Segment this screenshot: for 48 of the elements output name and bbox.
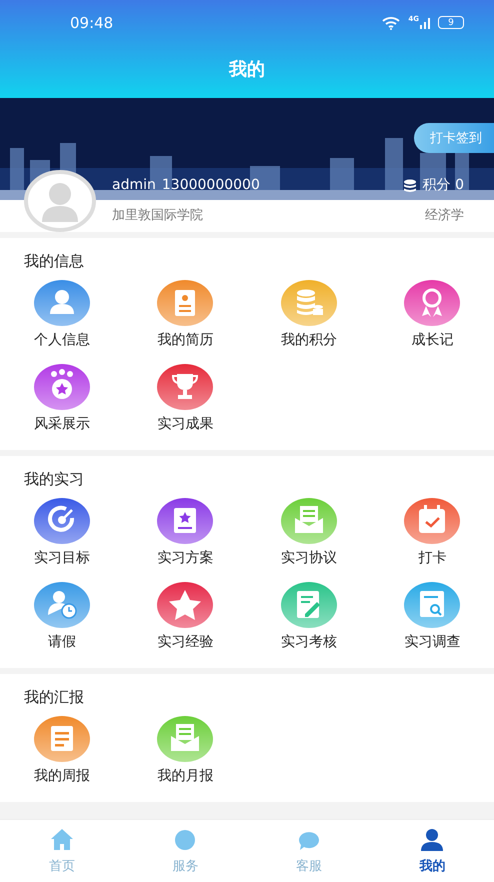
resume-icon[interactable] [156,280,214,326]
signal-icon [420,16,430,28]
phone-number: 13000000000 [162,177,260,193]
user-name: admin [112,177,156,193]
envelope-icon[interactable] [280,498,338,544]
menu-item-label[interactable]: 我的月报 [157,767,214,785]
home-icon [48,828,75,852]
menu-item-label[interactable]: 实习考核 [280,633,337,651]
clock: 09:48 [70,14,114,32]
menu-item-label[interactable]: 实习目标 [34,549,90,567]
menu-item-label[interactable]: 实习方案 [157,549,214,567]
medal-icon[interactable] [32,364,91,410]
menu-item-label[interactable]: 实习协议 [280,549,337,567]
menu-item-label[interactable]: 实习经验 [157,633,214,651]
battery-level: 9 [438,16,464,29]
section-title: 我的汇报 [24,687,85,708]
person-icon [419,828,446,852]
coins-icon [402,178,417,192]
points-label: 积分 0 [422,176,464,194]
menu-item-label[interactable]: 成长记 [411,331,454,349]
trophy-icon[interactable] [156,364,214,410]
target-icon[interactable] [32,498,91,544]
school-name: 加里敦国际学院 [112,207,203,224]
envelope-icon[interactable] [156,716,214,762]
menu-item-label[interactable]: 打卡 [418,549,446,567]
medal-icon[interactable] [403,280,462,326]
menu-item-label[interactable]: 实习调查 [404,633,460,651]
person-clock-icon[interactable] [32,582,91,628]
document-icon[interactable] [32,716,91,762]
menu-item-label[interactable]: 个人信息 [34,331,90,349]
calendar-icon[interactable] [403,498,462,544]
menu-item-label[interactable]: 我的简历 [157,331,214,349]
person-icon[interactable] [32,280,91,326]
section-title: 我的实习 [24,469,85,490]
coins-icon[interactable] [280,280,338,326]
survey-icon[interactable] [403,582,462,628]
menu-item-label[interactable]: 我的周报 [34,767,90,785]
section-title: 我的信息 [24,251,85,272]
edit-icon[interactable] [280,582,338,628]
menu-item-label[interactable]: 实习成果 [157,415,214,433]
menu-item-label[interactable]: 风采展示 [34,415,90,433]
wifi-icon [382,16,400,30]
document-icon[interactable] [156,498,214,544]
tab[interactable]: 我的 [370,820,494,882]
major-name: 经济学 [425,207,464,224]
menu-item-label[interactable]: 请假 [48,633,76,651]
menu-item-label[interactable]: 我的积分 [280,331,337,349]
page-title: 我的 [228,58,266,82]
